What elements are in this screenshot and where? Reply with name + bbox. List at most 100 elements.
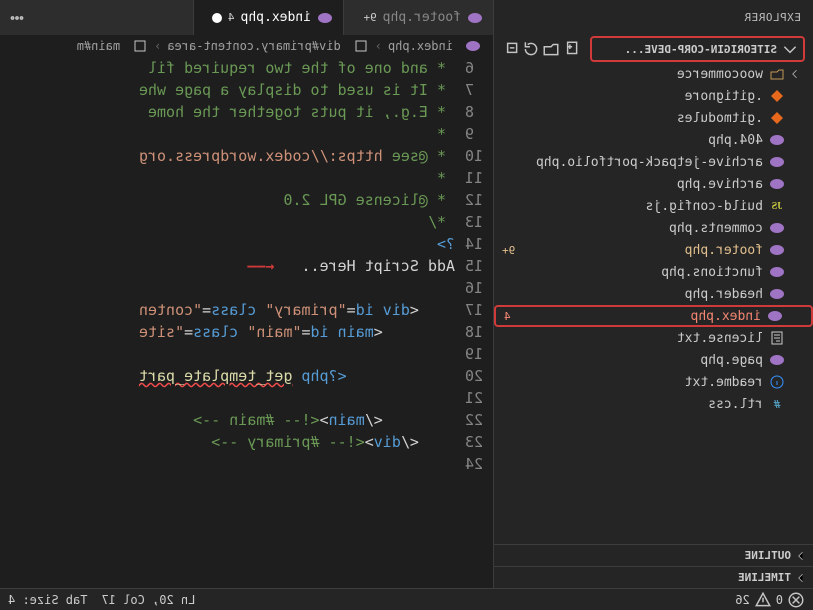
tree-item[interactable]: .gitmodules [494,107,813,129]
tab-overflow[interactable] [0,0,34,35]
code-line: </div><!-- #primary --> [0,431,455,453]
tree-item-label: footer.php [521,243,763,258]
tree-item[interactable]: readme.txt [494,371,813,393]
error-count: 0 [776,593,783,607]
tree-item[interactable]: archive-jetpack-portfolio.php [494,151,813,173]
php-icon [767,308,783,324]
outline-section[interactable]: OUTLINE [494,544,813,566]
chevron-right-icon [795,572,807,584]
tab-label: footer.php [383,10,461,25]
editor-tab[interactable]: index.php4 [193,0,343,35]
css-icon: # [769,396,785,412]
php-icon [769,220,785,236]
tree-item[interactable]: index.php4 [494,305,813,327]
chevron-right-icon [789,68,801,80]
status-bar: 0 26 Ln 20, Col 17 Tab Size: 4 [0,588,813,610]
warning-count: 26 [735,593,749,607]
tab-badge: 9+ [363,11,376,24]
tree-item[interactable]: license.txt [494,327,813,349]
code-line: ?> [0,233,455,255]
crumb-sep: › [154,39,161,53]
code-editor[interactable]: 6789101112131415161718192021222324 * and… [0,57,493,588]
git-icon [769,110,785,126]
line-number: 14 [465,233,493,255]
line-number: 22 [465,409,493,431]
tree-item-badge: 4 [504,310,511,323]
crumb-file: index.php [388,39,453,53]
chevron-right-icon [795,550,807,562]
code-line: * [0,123,455,145]
line-number: 11 [465,167,493,189]
collapse-all-icon[interactable] [502,40,520,58]
tree-item-label: comments.php [502,221,763,236]
line-number: 9 [465,123,493,145]
js-icon: JS [769,198,785,214]
line-number: 6 [465,57,493,79]
tree-item[interactable]: header.php [494,283,813,305]
code-line [0,277,455,299]
code-line [0,387,455,409]
line-numbers: 6789101112131415161718192021222324 [455,57,493,588]
editor-tab[interactable]: footer.php 9+ [343,0,493,35]
tree-item-label: readme.txt [502,375,763,390]
folder-icon [769,66,785,82]
line-number: 24 [465,453,493,475]
tree-item[interactable]: woocommerce [494,63,813,85]
git-icon [769,88,785,104]
line-number: 12 [465,189,493,211]
new-file-icon[interactable] [562,40,580,58]
code-line: * and one of the two required fil [0,57,455,79]
tree-item-label: license.txt [502,331,763,346]
php-icon [769,264,785,280]
tab-bar: footer.php 9+ index.php4 [0,0,493,35]
php-icon [769,286,785,302]
line-number: 23 [465,431,493,453]
line-number: 15 [465,255,493,277]
timeline-section[interactable]: TIMELINE [494,566,813,588]
tree-item-label: functions.php [502,265,763,280]
line-number: 20 [465,365,493,387]
tree-item-label: archive-jetpack-portfolio.php [502,155,763,170]
cursor-position[interactable]: Ln 20, Col 17 [101,593,195,607]
code-line: * @license GPL 2.0 [0,189,455,211]
tab-size[interactable]: Tab Size: 4 [8,593,87,607]
tree-item[interactable]: archive.php [494,173,813,195]
tree-item-label: 404.php [502,133,763,148]
code-line: <div id="primary" class="conten [0,299,455,321]
refresh-icon[interactable] [522,40,540,58]
code-content[interactable]: * and one of the two required fil * It i… [0,57,455,588]
code-line [0,453,455,475]
problems-status[interactable]: 0 26 [735,591,805,609]
explorer-toolbar [502,40,580,58]
line-number: 18 [465,321,493,343]
more-icon [8,9,26,27]
php-icon [769,176,785,192]
crumb-sep: › [375,39,382,53]
tree-item[interactable]: JSbuild-config.js [494,195,813,217]
line-number: 17 [465,299,493,321]
tree-item[interactable]: functions.php [494,261,813,283]
code-line: */ [0,211,455,233]
tree-item-label: archive.php [502,177,763,192]
breadcrumb[interactable]: index.php › div#primary.content-area › m… [0,35,493,57]
code-line: <main id="main" class="site [0,321,455,343]
tree-item-label: page.php [502,353,763,368]
code-line [0,343,455,365]
tree-item[interactable]: page.php [494,349,813,371]
new-folder-icon[interactable] [542,40,560,58]
tree-item[interactable]: 404.php [494,129,813,151]
tree-item[interactable]: #rtl.css [494,393,813,415]
tree-item[interactable]: comments.php [494,217,813,239]
warning-icon [754,591,772,609]
tree-item[interactable]: footer.php9+ [494,239,813,261]
symbol-block-icon [132,38,148,54]
workspace-folder[interactable]: SITEORIGIN-CORP-DEVE... [590,36,805,62]
code-line: * E.g., it puts together the home [0,101,455,123]
code-line: Add Script Here.. ←—— [0,255,455,277]
php-icon [769,242,785,258]
php-icon [769,132,785,148]
tree-item[interactable]: .gitignore [494,85,813,107]
php-icon [467,10,483,26]
error-icon [787,591,805,609]
code-line: </main><!-- #main --> [0,409,455,431]
